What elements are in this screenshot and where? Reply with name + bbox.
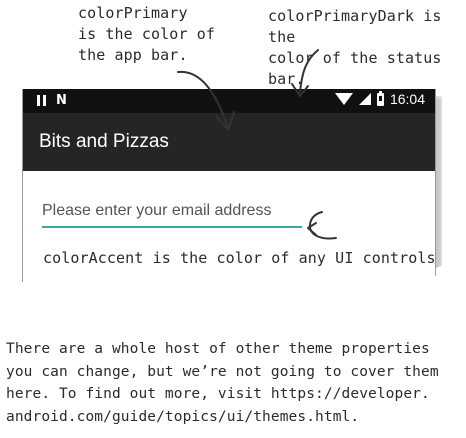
status-time: 16:04 (389, 91, 425, 107)
app-bar: Bits and Pizzas (23, 113, 435, 171)
phone-screenshot: N 16:04 Bits and Pizzas colorAccent is t… (22, 89, 436, 289)
signal-icon (358, 93, 371, 105)
pause-icon (37, 95, 46, 106)
status-bar-left-icons: N (37, 93, 67, 108)
annotation-color-accent: colorAccent is the color of any UI contr… (43, 249, 445, 267)
email-input[interactable] (42, 198, 302, 228)
n-icon: N (56, 93, 67, 108)
status-bar: N 16:04 (23, 89, 435, 113)
wifi-icon (334, 93, 353, 105)
annotation-theme-properties: There are a whole host of other theme pr… (6, 341, 439, 425)
status-bar-right-icons: 16:04 (334, 90, 425, 107)
annotation-color-primary-dark: colorPrimaryDark is the color of the sta… (268, 7, 442, 88)
annotation-color-primary: colorPrimary is the color of the app bar… (78, 4, 215, 64)
battery-icon (376, 90, 384, 106)
app-title: Bits and Pizzas (39, 131, 169, 152)
